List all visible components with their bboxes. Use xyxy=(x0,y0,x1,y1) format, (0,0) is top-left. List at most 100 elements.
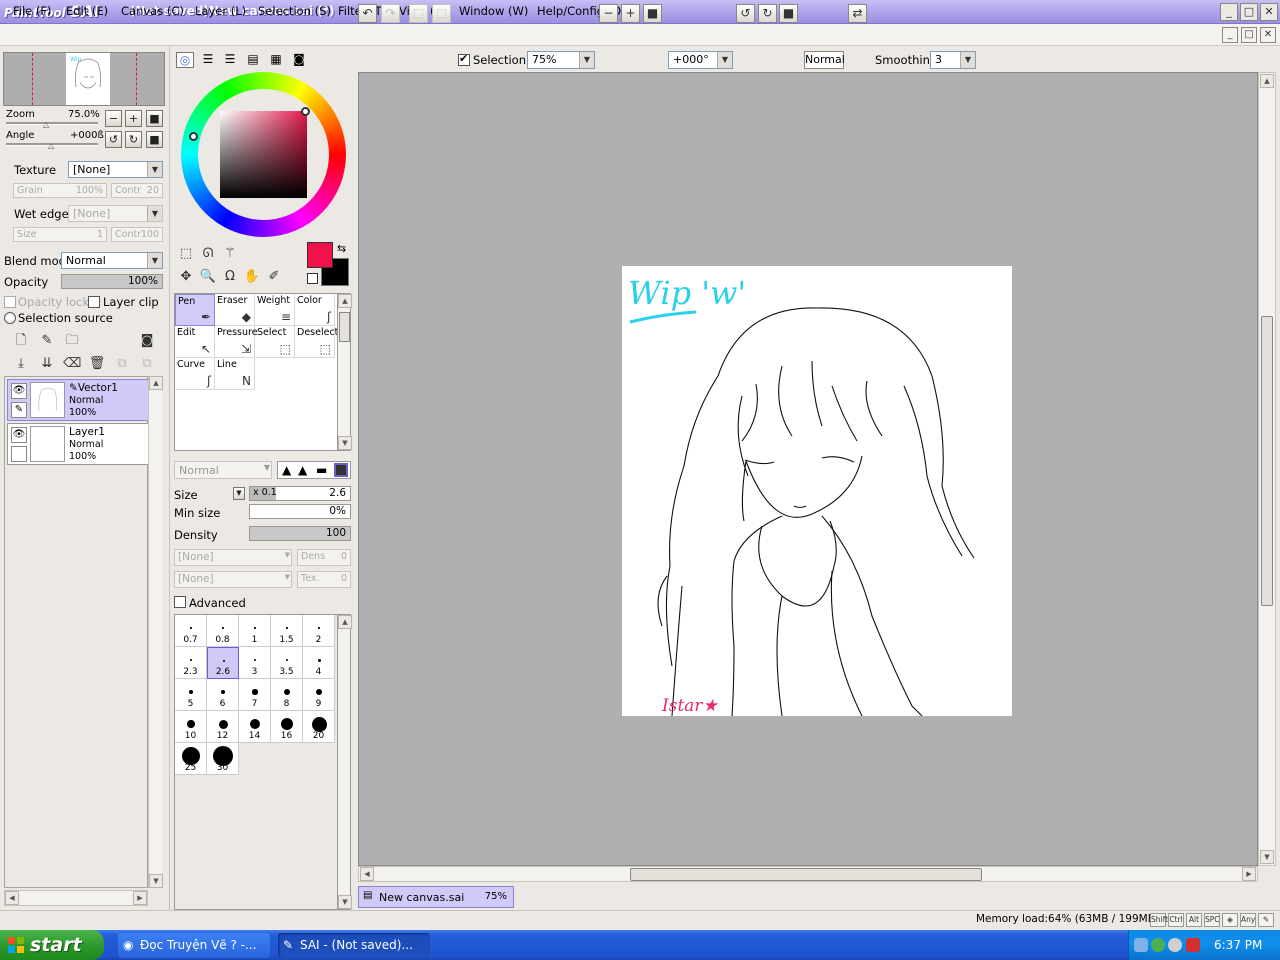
brush-size-slider[interactable]: x 0.1 2.6 xyxy=(249,486,351,501)
layer-clip-checkbox[interactable] xyxy=(88,296,100,308)
brush-size-preset[interactable]: 1.5 xyxy=(271,615,303,647)
canvas-vscroll-thumb[interactable] xyxy=(1261,316,1273,606)
brush-shape-flat-icon[interactable] xyxy=(334,463,348,477)
mdi-close-button[interactable]: ✕ xyxy=(1260,27,1276,43)
blend-mode-select[interactable]: Normal ▼ xyxy=(61,252,163,269)
move-icon[interactable]: ✥ xyxy=(177,268,195,286)
selection-source-radio[interactable] xyxy=(4,312,16,324)
document-tab[interactable]: ▤ New canvas.sai 75% xyxy=(358,886,514,908)
merge-down-icon[interactable]: ⇊ xyxy=(38,355,56,373)
brush-size-preset[interactable]: 4 xyxy=(303,647,335,679)
shift-key-indicator[interactable]: Shift xyxy=(1150,913,1168,927)
scroll-right-arrow[interactable]: ▶ xyxy=(1242,867,1256,881)
new-folder-icon[interactable]: 🗀 xyxy=(63,332,81,350)
min-size-slider[interactable]: 0% xyxy=(249,504,351,519)
transfer-down-icon[interactable]: ⤓ xyxy=(12,355,30,373)
minimize-button[interactable]: _ xyxy=(1220,3,1238,21)
brush-size-preset[interactable]: 1 xyxy=(239,615,271,647)
zoom-out-icon[interactable]: − xyxy=(599,4,618,23)
scroll-up-arrow[interactable]: ▲ xyxy=(338,294,352,308)
tool-eraser[interactable]: Eraser ◆ xyxy=(215,294,255,326)
angle-slider-thumb[interactable]: △ xyxy=(48,141,54,150)
tool-deselect[interactable]: Deselect ⬚ xyxy=(295,326,338,358)
rgb-slider-tab-icon[interactable]: ☰ xyxy=(199,52,217,68)
user-swatch-tab-icon[interactable]: ◙ xyxy=(290,52,308,68)
taskbar-item-sai[interactable]: ✎ SAI - (Not saved)... xyxy=(278,933,430,958)
menu-edit[interactable]: Edit (E) xyxy=(66,4,108,18)
scroll-down-arrow[interactable]: ▼ xyxy=(149,874,163,888)
layer-item-vector1[interactable]: 👁 ✎ ✎Vector1 Normal 100% xyxy=(7,379,149,421)
tool-pen[interactable]: Pen ✒ xyxy=(175,294,215,326)
primary-color-swatch[interactable] xyxy=(307,242,333,268)
view-mode-button[interactable]: Normal xyxy=(804,51,845,69)
opacity-lock-checkbox[interactable] xyxy=(4,296,16,308)
angle-select[interactable]: +000° ▼ xyxy=(668,51,733,69)
tool-edit[interactable]: Edit ↖ xyxy=(175,326,215,358)
eye-icon[interactable]: 👁 xyxy=(11,383,27,399)
antivirus-icon[interactable] xyxy=(1186,938,1200,952)
clear-layer-icon[interactable]: ⌫ xyxy=(63,355,81,373)
new-layer-icon[interactable]: 🗋 xyxy=(12,332,30,350)
rotate-ccw-icon[interactable]: ↺ xyxy=(736,4,755,23)
new-mask-icon[interactable]: ◙ xyxy=(138,332,156,350)
brush-size-preset[interactable]: 0.7 xyxy=(175,615,207,647)
scroll-right-arrow[interactable]: ▶ xyxy=(133,891,147,905)
scroll-up-arrow[interactable]: ▲ xyxy=(338,615,352,629)
brush-size-preset[interactable]: 6 xyxy=(207,679,239,711)
tool-weight[interactable]: Weight ≡ xyxy=(255,294,295,326)
rotate-cw-icon[interactable]: ↻ xyxy=(758,4,777,23)
brush-size-preset[interactable]: 3 xyxy=(239,647,271,679)
hsv-slider-tab-icon[interactable]: ☰ xyxy=(221,52,239,68)
rotate-reset-button[interactable]: ■ xyxy=(146,131,163,148)
zoom-reset-button[interactable]: ■ xyxy=(146,110,163,127)
layer-list-scrollbar[interactable]: ▲ ▼ xyxy=(148,376,163,888)
brush-size-preset[interactable]: 10 xyxy=(175,711,207,743)
size-multiplier-dropdown[interactable]: ▼ xyxy=(233,487,245,500)
rect-select-icon[interactable]: ⬚ xyxy=(177,245,195,263)
zoom-out-button[interactable]: − xyxy=(105,110,122,127)
maximize-button[interactable]: □ xyxy=(1240,3,1258,21)
tool-color[interactable]: Color ʃ xyxy=(295,294,335,326)
canvas-hscroll-thumb[interactable] xyxy=(630,868,982,881)
brush-size-preset[interactable]: 2.3 xyxy=(175,647,207,679)
menu-layer[interactable]: Layer (L) xyxy=(195,4,246,18)
brush-size-preset[interactable]: 7 xyxy=(239,679,271,711)
layer-lock-box[interactable] xyxy=(11,446,27,462)
artboard[interactable]: Wip 'w' Istar★ xyxy=(622,266,1012,717)
delete-layer-icon[interactable]: 🗑 xyxy=(88,355,106,373)
zoom-actual-icon[interactable]: ■ xyxy=(643,4,662,23)
rotate-icon[interactable]: Ω xyxy=(221,268,239,286)
scroll-down-arrow[interactable]: ▼ xyxy=(1260,850,1274,864)
color-wheel-tab-icon[interactable]: ◎ xyxy=(176,52,194,68)
transparent-color-icon[interactable] xyxy=(307,273,318,284)
zoom-in-icon[interactable]: + xyxy=(621,4,640,23)
any-key-indicator[interactable]: Any xyxy=(1240,913,1256,927)
brush-size-preset[interactable]: 14 xyxy=(239,711,271,743)
brush-shape-medium-icon[interactable]: ▲ xyxy=(298,463,307,477)
layer-item-layer1[interactable]: 👁 Layer1 Normal 100% xyxy=(7,423,149,465)
layer-list[interactable]: 👁 ✎ ✎Vector1 Normal 100% 👁 Layer1 Normal… xyxy=(4,376,149,888)
selection-checkbox[interactable] xyxy=(458,52,470,66)
scroll-left-arrow[interactable]: ◀ xyxy=(5,891,19,905)
tool-line[interactable]: Line N xyxy=(215,358,255,390)
zoom-select[interactable]: 75% ▼ xyxy=(527,51,595,69)
brush-grid-scrollbar[interactable]: ▲ ▼ xyxy=(337,614,352,910)
lasso-icon[interactable]: ᘏ xyxy=(199,245,217,263)
brush-size-preset[interactable]: 20 xyxy=(303,711,335,743)
brush-size-preset[interactable]: 5 xyxy=(175,679,207,711)
network-icon[interactable] xyxy=(1134,938,1148,952)
scroll-up-arrow[interactable]: ▲ xyxy=(1260,74,1274,88)
alt-key-indicator[interactable]: Alt xyxy=(1186,913,1202,927)
rotate-left-button[interactable]: ↺ xyxy=(105,131,122,148)
scroll-left-arrow[interactable]: ◀ xyxy=(360,867,374,881)
brush-size-preset[interactable]: 12 xyxy=(207,711,239,743)
navigator-preview[interactable]: Wip xyxy=(3,52,165,106)
tool-grid-scrollbar[interactable]: ▲ ▼ xyxy=(337,293,352,451)
tool-curve[interactable]: Curve ʃ xyxy=(175,358,215,390)
zoom-in-button[interactable]: + xyxy=(125,110,142,127)
tool-pressure[interactable]: Pressure ⇲ xyxy=(215,326,258,358)
torrent-icon[interactable] xyxy=(1151,938,1165,952)
density-slider[interactable]: 100 xyxy=(249,526,351,541)
brush-size-preset[interactable]: 16 xyxy=(271,711,303,743)
sv-picker-handle[interactable] xyxy=(301,107,310,116)
